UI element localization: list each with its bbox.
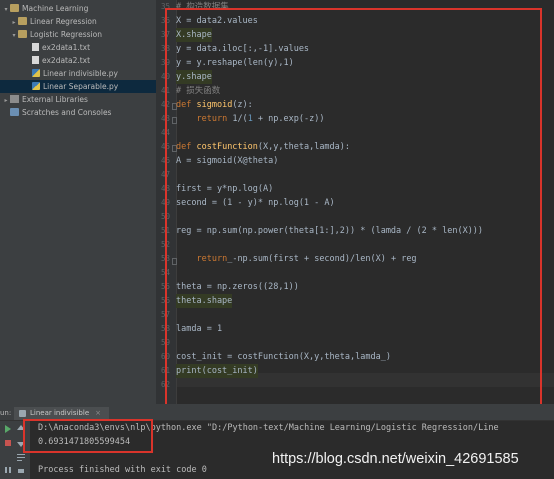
annotation-frame-output [23,419,153,453]
chevron-right-icon[interactable]: ▸ [2,94,10,107]
tree-item-label: ex2data1.txt [42,43,91,52]
tree-item-ex2data2[interactable]: ex2data2.txt [32,54,90,67]
soft-wrap-icon[interactable] [17,453,25,461]
tree-item-external-libraries[interactable]: ▸ External Libraries [2,93,88,106]
chevron-down-icon[interactable]: ▾ [2,3,10,16]
watermark-text: https://blog.csdn.net/weixin_42691585 [272,451,519,467]
pause-icon[interactable] [4,466,12,474]
tree-item-label: ex2data2.txt [42,56,91,65]
tree-item-label: Machine Learning [22,4,89,13]
tree-item-label: External Libraries [22,95,88,104]
tree-item-label: Logistic Regression [30,30,102,39]
tab-label: Linear indivisible [30,409,90,417]
chevron-down-icon[interactable]: ▾ [10,29,18,42]
run-label: un: [0,409,12,417]
console-exit-message: Process finished with exit code 0 [38,465,207,475]
tree-item-ex2data1[interactable]: ex2data1.txt [32,41,90,54]
python-file-icon [32,82,40,90]
tree-item-label: Linear indivisible.py [43,69,118,78]
print-icon[interactable] [17,466,25,474]
library-icon [10,95,19,103]
folder-icon [18,30,27,38]
annotation-frame-code [165,8,542,406]
tree-item-label: Linear Separable.py [43,82,119,91]
tree-item-linear-indivisible[interactable]: Linear indivisible.py [32,67,118,80]
tree-item-logistic-regression[interactable]: ▾ Logistic Regression [10,28,102,41]
tree-item-linear-separable[interactable]: Linear Separable.py [0,80,156,93]
python-file-icon [32,69,40,77]
project-tree: ▾ Machine Learning ▸ Linear Regression ▾ Lo… [0,0,156,404]
folder-icon [18,17,27,25]
tree-item-scratches[interactable]: Scratches and Consoles [10,106,111,119]
text-file-icon [32,43,39,51]
python-file-icon [19,410,26,417]
tree-item-linear-regression[interactable]: ▸ Linear Regression [10,15,97,28]
rerun-icon[interactable] [4,425,12,433]
tree-item-label: Scratches and Consoles [22,108,112,117]
scratches-icon [10,108,19,116]
folder-icon [10,4,19,12]
stop-icon[interactable] [4,439,12,447]
tree-item-label: Linear Regression [30,17,97,26]
tree-item-machine-learning[interactable]: ▾ Machine Learning [2,2,88,15]
close-icon[interactable]: × [95,409,101,417]
text-file-icon [32,56,39,64]
